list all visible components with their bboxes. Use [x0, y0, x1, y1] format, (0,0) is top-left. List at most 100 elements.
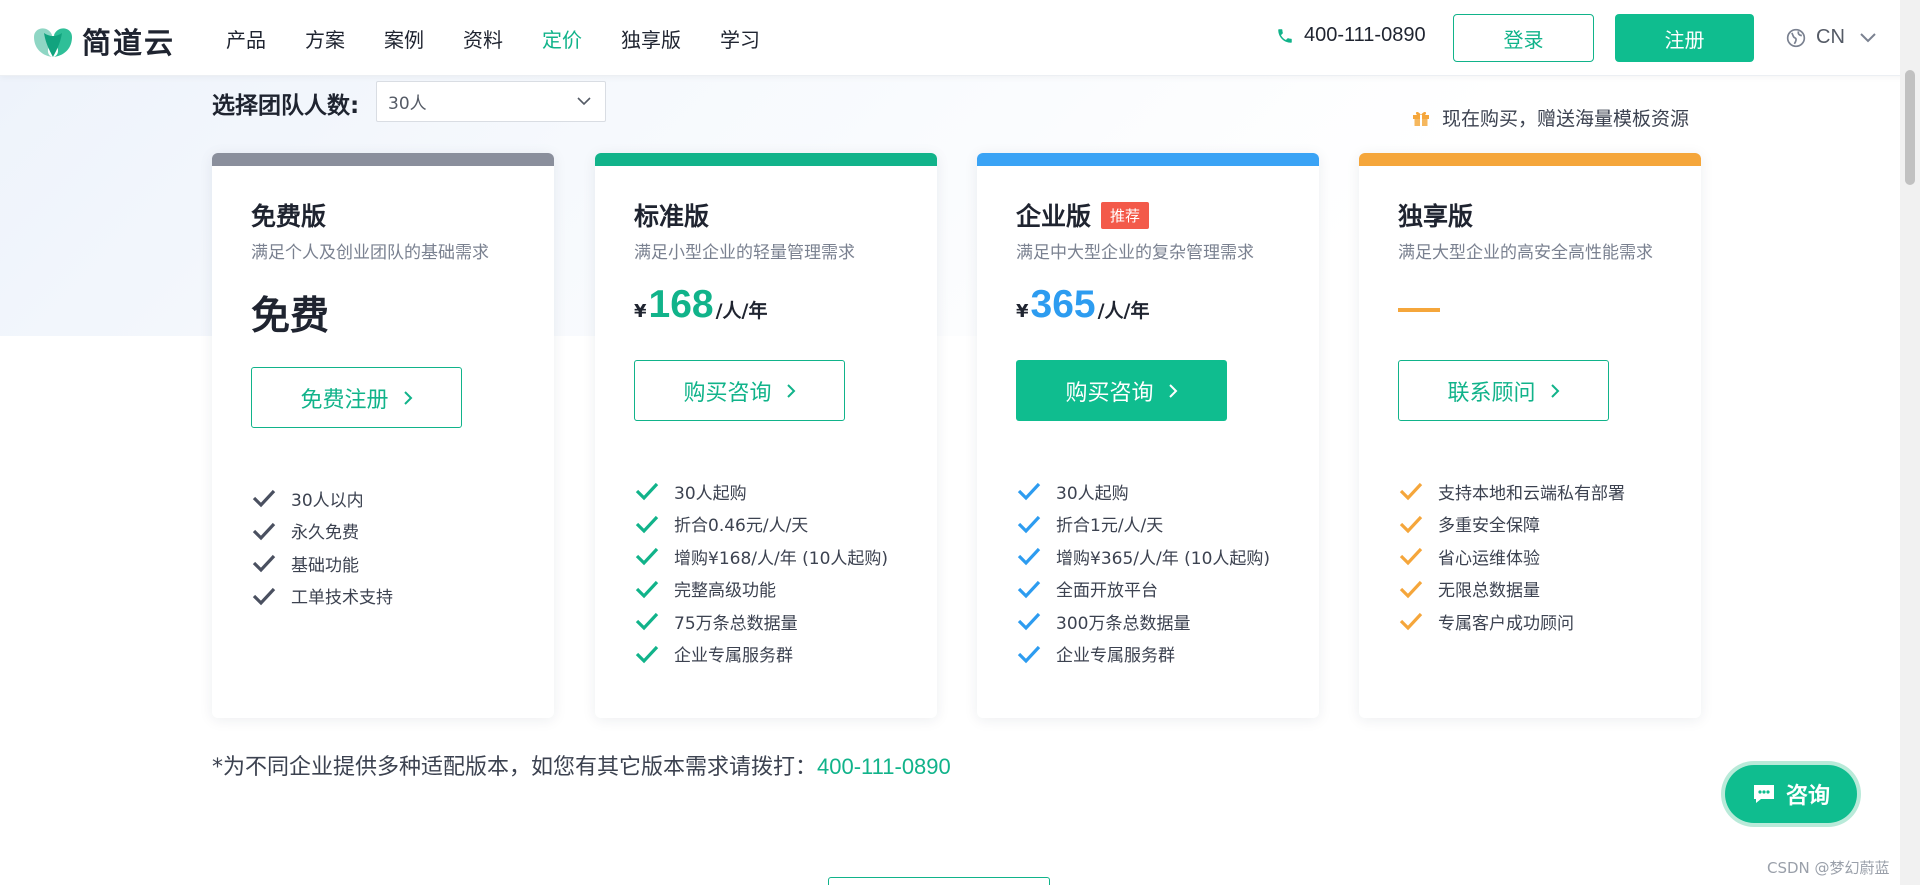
feature-text: 300万条总数据量 [1056, 613, 1191, 634]
plan-description: 满足中大型企业的复杂管理需求 [1016, 243, 1254, 263]
team-size-select[interactable]: 30人 [376, 81, 606, 122]
plan-card-dedicated: 独享版 满足大型企业的高安全高性能需求 联系顾问 支持本地和云端私有部署 多重安… [1359, 153, 1701, 718]
register-button[interactable]: 注册 [1615, 14, 1754, 62]
consult-label: 咨询 [1785, 784, 1830, 809]
list-item: 无限总数据量 [1398, 573, 1625, 606]
checkmark-icon [1017, 580, 1041, 599]
chat-bubble-icon [1753, 785, 1774, 803]
checkmark-icon [635, 580, 659, 599]
plan-name: 独享版 [1398, 197, 1473, 233]
feature-text: 增购¥365/人/年 (10人起购) [1056, 548, 1271, 569]
checkmark-icon [252, 490, 276, 508]
list-item: 省心运维体验 [1398, 540, 1625, 573]
standard-buy-consult-button[interactable]: 购买咨询 [634, 360, 845, 421]
watermark: CSDN @梦幻蔚蓝 [1767, 859, 1890, 877]
partial-button-below-fold[interactable] [828, 877, 1050, 885]
plan-price: ¥ 168 /人/年 [634, 283, 768, 327]
plan-color-strip [1359, 153, 1701, 166]
checkmark-icon [252, 522, 276, 541]
checkmark-icon [252, 587, 276, 606]
feature-text: 增购¥168/人/年 (10人起购) [674, 548, 889, 569]
plan-price: 免费 [251, 294, 330, 339]
feature-text: 30人以内 [291, 490, 364, 511]
checkmark-icon [1399, 548, 1423, 566]
price-amount: 365 [1030, 283, 1096, 326]
checkmark-icon [635, 483, 659, 501]
phone-icon [1278, 28, 1292, 43]
main-nav: 产品 方案 案例 资料 定价 独享版 学习 [226, 0, 760, 76]
feature-text: 多重安全保障 [1438, 516, 1540, 537]
checkmark-icon [1399, 483, 1423, 501]
floating-consult-button[interactable]: 咨询 [1725, 765, 1857, 823]
brand-name: 简道云 [82, 26, 176, 60]
feature-list: 30人起购 折合0.46元/人/天 增购¥168/人/年 (10人起购) 完整高… [634, 475, 888, 670]
plan-name: 标准版 [634, 197, 709, 233]
list-item: 永久免费 [251, 515, 393, 548]
feature-text: 30人起购 [1056, 483, 1129, 504]
feature-list: 30人以内 永久免费 基础功能 工单技术支持 [251, 482, 393, 612]
scrollbar-thumb[interactable] [1905, 70, 1915, 185]
list-item: 增购¥168/人/年 (10人起购) [634, 540, 888, 573]
promo-banner: 现在购买，赠送海量模板资源 [1412, 104, 1689, 131]
nav-item-learn[interactable]: 学习 [720, 24, 760, 53]
plan-card-standard: 标准版 满足小型企业的轻量管理需求 ¥ 168 /人/年 购买咨询 30人起购 … [595, 153, 937, 718]
feature-text: 专属客户成功顾问 [1438, 613, 1574, 634]
footnote-phone-link[interactable]: 400-111-0890 [817, 754, 951, 779]
feature-text: 工单技术支持 [291, 588, 393, 609]
login-button[interactable]: 登录 [1453, 14, 1594, 62]
page-scrollbar[interactable] [1900, 0, 1920, 885]
nav-item-cases[interactable]: 案例 [384, 24, 424, 53]
cta-label: 联系顾问 [1447, 380, 1536, 406]
feature-text: 无限总数据量 [1438, 581, 1540, 602]
list-item: 完整高级功能 [634, 573, 888, 606]
list-item: 工单技术支持 [251, 580, 393, 613]
chevron-right-icon [403, 390, 412, 405]
checkmark-icon [635, 515, 659, 534]
plan-color-strip [212, 153, 554, 166]
checkmark-icon [635, 645, 659, 664]
plan-description: 满足小型企业的轻量管理需求 [634, 243, 855, 263]
feature-text: 折合0.46元/人/天 [674, 516, 809, 537]
hotline-number: 400-111-0890 [1304, 24, 1426, 46]
nav-item-pricing[interactable]: 定价 [542, 24, 582, 53]
nav-item-dedicated[interactable]: 独享版 [621, 24, 681, 53]
plan-title: 企业版 [1016, 202, 1092, 231]
plan-color-strip [977, 153, 1319, 166]
list-item: 基础功能 [251, 547, 393, 580]
checkmark-icon [1399, 515, 1423, 534]
feature-text: 企业专属服务群 [1056, 646, 1175, 667]
team-size-label: 选择团队人数: [212, 93, 360, 119]
plan-card-free: 免费版 满足个人及创业团队的基础需求 免费 免费注册 30人以内 永久免费 基础… [212, 153, 554, 718]
promo-text: 现在购买，赠送海量模板资源 [1442, 108, 1690, 130]
feature-text: 省心运维体验 [1438, 548, 1540, 569]
plan-title: 标准版 [634, 202, 710, 231]
feature-text: 75万条总数据量 [674, 613, 798, 634]
team-size-value: 30人 [388, 94, 427, 114]
feature-text: 基础功能 [291, 555, 359, 576]
currency-symbol: ¥ [1016, 301, 1029, 322]
contact-advisor-button[interactable]: 联系顾问 [1398, 360, 1609, 421]
feature-text: 全面开放平台 [1056, 581, 1158, 602]
heart-leaf-logo-icon [30, 23, 76, 59]
brand-logo[interactable]: 简道云 [30, 20, 175, 62]
checkmark-icon [635, 613, 659, 631]
nav-item-solutions[interactable]: 方案 [305, 24, 345, 53]
nav-item-resources[interactable]: 资料 [463, 24, 503, 53]
checkmark-icon [252, 555, 276, 573]
cta-label: 免费注册 [300, 387, 389, 413]
currency-symbol: ¥ [634, 301, 647, 322]
hotline[interactable]: 400-111-0890 [1276, 24, 1426, 47]
price-amount: 168 [648, 283, 714, 326]
free-register-button[interactable]: 免费注册 [251, 367, 462, 428]
enterprise-buy-consult-button[interactable]: 购买咨询 [1016, 360, 1227, 421]
plan-title: 独享版 [1398, 202, 1474, 231]
cta-label: 购买咨询 [1065, 380, 1154, 406]
list-item: 企业专属服务群 [1016, 638, 1270, 671]
language-selector[interactable]: CN [1786, 26, 1877, 49]
list-item: 增购¥365/人/年 (10人起购) [1016, 540, 1270, 573]
language-label: CN [1816, 26, 1845, 48]
plan-price: ¥ 365 /人/年 [1016, 283, 1150, 327]
nav-item-product[interactable]: 产品 [226, 24, 266, 53]
price-unit: /人/年 [1097, 300, 1150, 322]
chevron-right-icon [1550, 383, 1559, 398]
